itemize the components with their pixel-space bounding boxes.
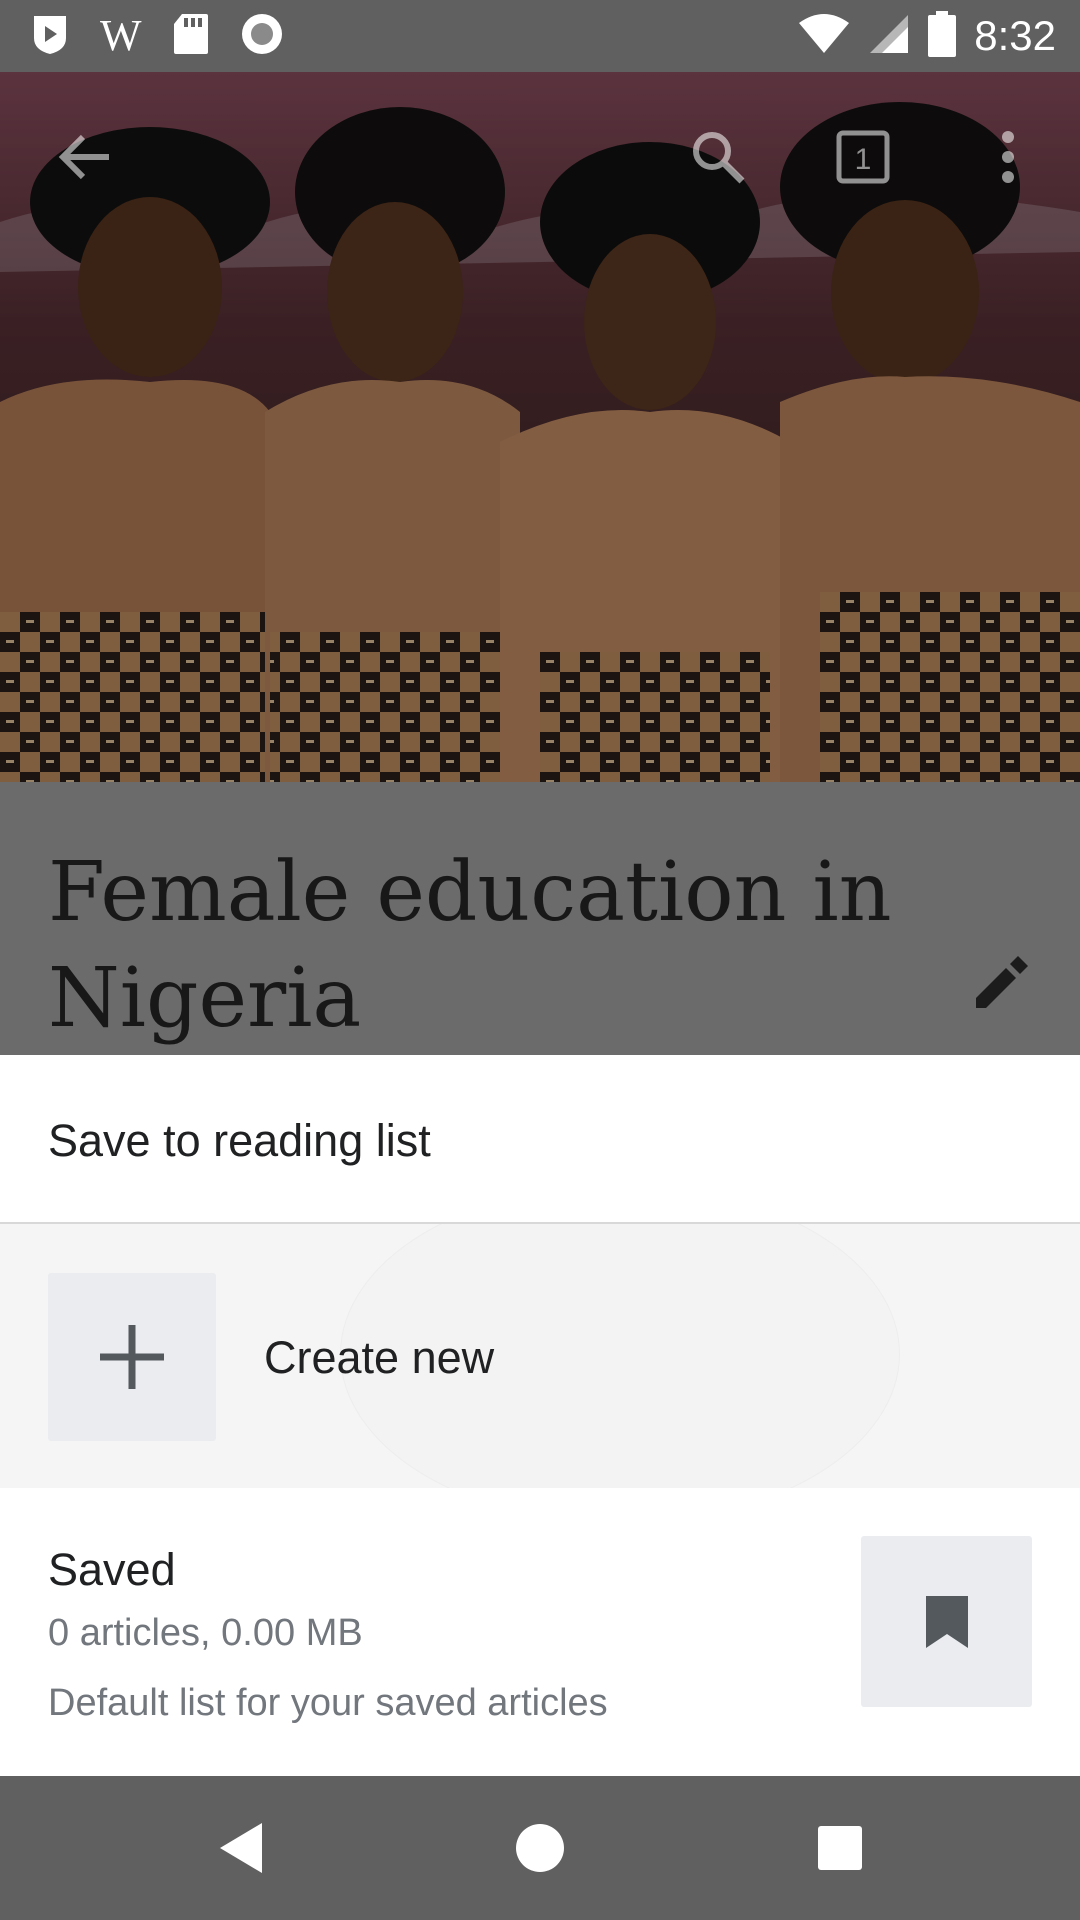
system-nav-bar xyxy=(0,1776,1080,1920)
nav-home-button[interactable] xyxy=(490,1798,590,1898)
list-thumbnail xyxy=(861,1536,1032,1707)
nav-back-button[interactable] xyxy=(190,1798,290,1898)
article-header: Female education in Nigeria xyxy=(0,782,1080,1055)
sheet-title: Save to reading list xyxy=(48,1115,431,1166)
tab-count: 1 xyxy=(855,143,872,176)
edit-button[interactable] xyxy=(968,952,1032,1016)
cell-signal-icon xyxy=(868,13,910,60)
page-title-line-2: Nigeria xyxy=(48,951,362,1046)
plus-icon xyxy=(100,1325,164,1389)
search-button[interactable] xyxy=(673,112,763,202)
create-new-list-button[interactable]: Create new xyxy=(0,1224,1080,1488)
create-new-label: Create new xyxy=(264,1332,495,1383)
nav-recents-button[interactable] xyxy=(790,1798,890,1898)
back-arrow-icon xyxy=(58,134,109,180)
wifi-icon xyxy=(798,13,850,60)
more-vert-icon xyxy=(1002,131,1014,183)
wikipedia-w-icon: W xyxy=(100,11,142,60)
tabs-button[interactable]: 1 xyxy=(818,112,908,202)
search-icon xyxy=(693,132,745,184)
create-new-thumbnail xyxy=(48,1273,216,1441)
status-bar-notifications: W xyxy=(30,12,284,60)
reading-list-sheet: Save to reading list Create new Saved 0 … xyxy=(0,1055,1080,1776)
nav-home-icon xyxy=(516,1824,564,1872)
list-stats: 0 articles, 0.00 MB xyxy=(48,1612,363,1654)
lead-image[interactable]: 1 xyxy=(0,72,1080,782)
status-bar-system: 8:32 xyxy=(798,10,1056,62)
play-store-icon xyxy=(30,12,70,61)
tabs-icon: 1 xyxy=(836,130,890,184)
clock: 8:32 xyxy=(974,12,1056,59)
pencil-icon xyxy=(976,956,1028,1008)
bookmark-icon xyxy=(925,1595,968,1648)
back-button[interactable] xyxy=(40,112,130,202)
reading-list-item-saved[interactable]: Saved 0 articles, 0.00 MB Default list f… xyxy=(0,1488,1080,1776)
nav-back-icon xyxy=(220,1823,262,1873)
list-description: Default list for your saved articles xyxy=(48,1682,608,1724)
sd-card-icon xyxy=(172,12,210,61)
overflow-menu-button[interactable] xyxy=(963,112,1053,202)
record-icon xyxy=(240,12,284,61)
list-name: Saved xyxy=(48,1544,176,1595)
status-bar: W 8:32 xyxy=(0,0,1080,72)
nav-recents-icon xyxy=(818,1826,862,1870)
page-title: Female education in Nigeria xyxy=(48,840,948,1052)
page-title-line-1: Female education in xyxy=(48,845,892,940)
battery-icon xyxy=(928,10,957,62)
article-toolbar: 1 xyxy=(0,72,1080,242)
